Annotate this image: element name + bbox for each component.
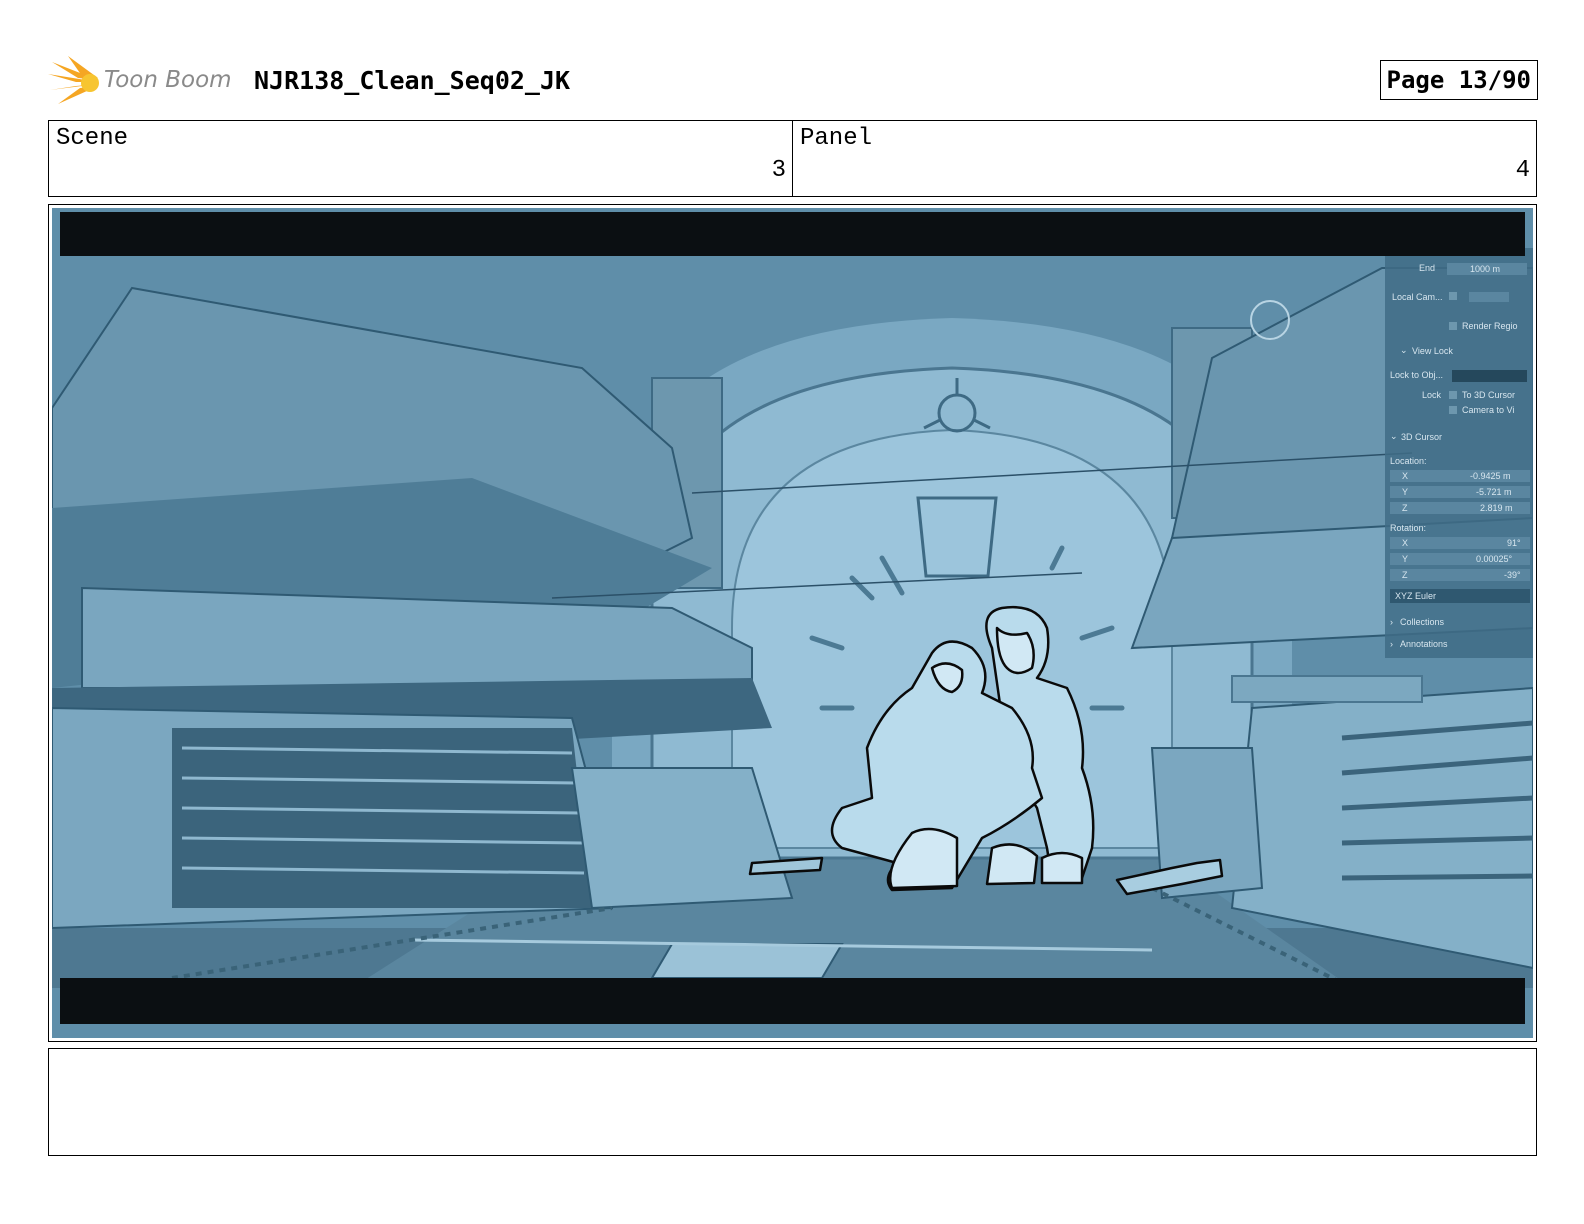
panel-label: Panel	[800, 125, 873, 152]
loc-y-value: -5.721 m	[1476, 487, 1512, 497]
rot-y-label: Y	[1402, 554, 1408, 564]
starburst-icon	[48, 56, 99, 104]
view-lock-header: View Lock	[1412, 346, 1453, 356]
storyboard-frame: End 1000 m Local Cam... Render Regio ⌄ V…	[48, 204, 1537, 1042]
scene-panel-info: Scene 3 Panel 4	[48, 120, 1537, 197]
page-header: Toon Boom NJR138_Clean_Seq02_JK Page 13/…	[48, 56, 1538, 108]
rot-z-value: -39°	[1504, 570, 1521, 580]
loc-y-label: Y	[1402, 487, 1408, 497]
camera-to-view-label: Camera to Vi	[1462, 405, 1514, 415]
scene-cell: Scene 3	[49, 121, 792, 196]
viewport-side-panel: End 1000 m Local Cam... Render Regio ⌄ V…	[1385, 248, 1533, 658]
rot-z-label: Z	[1402, 570, 1408, 580]
notes-box	[48, 1048, 1537, 1156]
loc-x-label: X	[1402, 471, 1408, 481]
rot-x-label: X	[1402, 538, 1408, 548]
chevron-down-icon: ⌄	[1400, 345, 1408, 355]
annotations-header: Annotations	[1400, 639, 1448, 649]
end-label: End	[1419, 263, 1435, 273]
logo-text: Toon Boom	[104, 67, 232, 93]
rot-y-value: 0.00025°	[1476, 554, 1513, 564]
lock-label: Lock	[1422, 390, 1442, 400]
scene-label: Scene	[56, 125, 129, 152]
letterbox-top	[60, 212, 1525, 256]
loc-z-label: Z	[1402, 503, 1408, 513]
letterbox-bottom	[60, 978, 1525, 1024]
lock-to-object-label: Lock to Obj...	[1390, 370, 1443, 380]
toon-boom-logo: Toon Boom	[48, 56, 238, 108]
document-title: NJR138_Clean_Seq02_JK	[254, 66, 571, 95]
scene-number: 3	[771, 157, 786, 184]
euler-mode: XYZ Euler	[1395, 591, 1436, 601]
collections-header: Collections	[1400, 617, 1445, 627]
location-label: Location:	[1390, 456, 1427, 466]
page-number: Page 13/90	[1379, 60, 1538, 100]
chevron-right-icon: ›	[1390, 617, 1393, 627]
local-camera-label: Local Cam...	[1392, 292, 1443, 302]
panel-number: 4	[1515, 157, 1530, 184]
rotation-label: Rotation:	[1390, 523, 1426, 533]
loc-z-value: 2.819 m	[1480, 503, 1513, 513]
cursor-3d-header: 3D Cursor	[1401, 432, 1442, 442]
end-value: 1000 m	[1470, 264, 1500, 274]
loc-x-value: -0.9425 m	[1470, 471, 1511, 481]
rot-x-value: 91°	[1507, 538, 1521, 548]
render-region-label: Render Regio	[1462, 321, 1518, 331]
to-3d-cursor-label: To 3D Cursor	[1462, 390, 1515, 400]
chevron-down-icon: ⌄	[1390, 431, 1398, 441]
storyboard-panel-image: End 1000 m Local Cam... Render Regio ⌄ V…	[52, 208, 1533, 1038]
panel-cell: Panel 4	[792, 121, 1536, 196]
chevron-right-icon: ›	[1390, 639, 1393, 649]
